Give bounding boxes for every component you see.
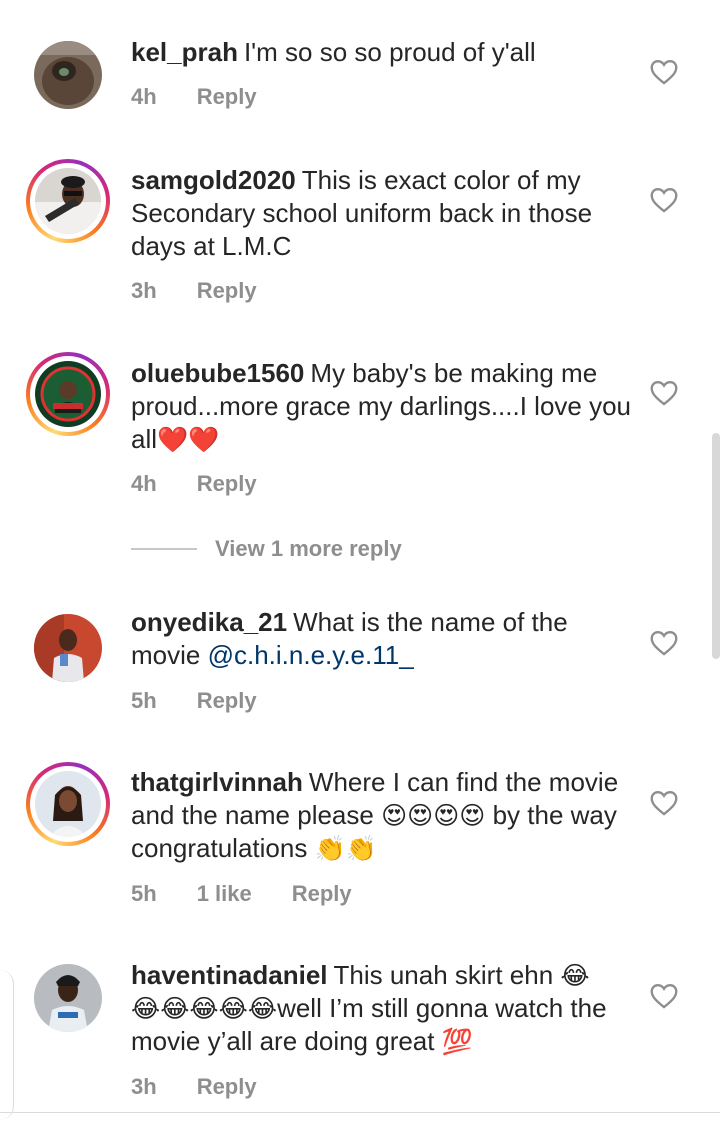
comment-text: kel_prah I'm so so so proud of y'all (131, 36, 631, 69)
comment-username[interactable]: haventinadaniel (131, 960, 328, 990)
comment-meta: 3h Reply (131, 1074, 297, 1100)
comment-time: 5h (131, 881, 157, 906)
scrollbar[interactable] (712, 433, 720, 659)
reply-button[interactable]: Reply (197, 688, 257, 714)
comment-text: haventinadaniel This unah skirt ehn 😂 😂😂😂😂… (131, 959, 631, 1058)
divider (0, 1112, 720, 1113)
comment-text: onyedika_21 What is the name of the movie… (131, 606, 631, 672)
comment-time: 5h (131, 688, 157, 713)
emoji: 👏👏 (314, 834, 377, 863)
view-more-label[interactable]: View 1 more reply (215, 536, 402, 562)
avatar[interactable] (26, 352, 110, 436)
heart-outline-icon[interactable] (650, 380, 678, 406)
heart-outline-icon[interactable] (650, 790, 678, 816)
avatar-image (34, 614, 102, 682)
comment-meta: 4h Reply (131, 471, 297, 497)
avatar[interactable] (26, 606, 110, 690)
comment-username[interactable]: onyedika_21 (131, 607, 287, 637)
reply-button[interactable]: Reply (197, 84, 257, 110)
avatar-image (35, 361, 101, 427)
emoji: 😂😂😂😂😂 (131, 994, 278, 1023)
reply-button[interactable]: Reply (197, 1074, 257, 1100)
comment-meta: 4h Reply (131, 84, 297, 110)
avatar[interactable] (26, 956, 110, 1040)
avatar-image (34, 41, 102, 109)
emoji: 💯 (441, 1027, 473, 1056)
comment-time: 4h (131, 84, 157, 109)
heart-outline-icon[interactable] (650, 59, 678, 85)
comment-text: oluebube1560 My baby's be making me proud… (131, 357, 631, 456)
comment-username[interactable]: samgold2020 (131, 165, 296, 195)
divider (131, 548, 197, 550)
emoji: 😂 (560, 961, 590, 990)
emoji: ❤️❤️ (157, 425, 220, 454)
view-more-replies[interactable]: View 1 more reply (131, 536, 402, 562)
comment-username[interactable]: oluebube1560 (131, 358, 304, 388)
comment-text: samgold2020 This is exact color of my Sec… (131, 164, 631, 263)
emoji: 😍😍😍😍 (381, 801, 486, 830)
heart-outline-icon[interactable] (650, 983, 678, 1009)
comment-text: thatgirlvinnah Where I can find the movie… (131, 766, 631, 865)
heart-outline-icon[interactable] (650, 630, 678, 656)
heart-outline-icon[interactable] (650, 187, 678, 213)
comment-time: 4h (131, 471, 157, 496)
comment-meta: 5h Reply (131, 688, 297, 714)
reply-button[interactable]: Reply (292, 881, 352, 907)
comment-body: This unah skirt ehn (333, 960, 554, 990)
avatar[interactable] (26, 33, 110, 117)
input-edge (0, 970, 14, 1120)
reply-button[interactable]: Reply (197, 471, 257, 497)
avatar-image (35, 771, 101, 837)
comment-username[interactable]: kel_prah (131, 37, 238, 67)
reply-button[interactable]: Reply (197, 278, 257, 304)
comment-time: 3h (131, 278, 157, 303)
like-count[interactable]: 1 like (197, 881, 252, 907)
avatar-image (35, 168, 101, 234)
comment-time: 3h (131, 1074, 157, 1099)
avatar[interactable] (26, 762, 110, 846)
avatar-image (34, 964, 102, 1032)
comment-meta: 3h Reply (131, 278, 297, 304)
comment-body: I'm so so so proud of y'all (243, 37, 536, 67)
mention-link[interactable]: @c.h.i.n.e.y.e.11_ (208, 640, 414, 670)
avatar[interactable] (26, 159, 110, 243)
comment-meta: 5h 1 like Reply (131, 881, 392, 907)
comment-username[interactable]: thatgirlvinnah (131, 767, 303, 797)
